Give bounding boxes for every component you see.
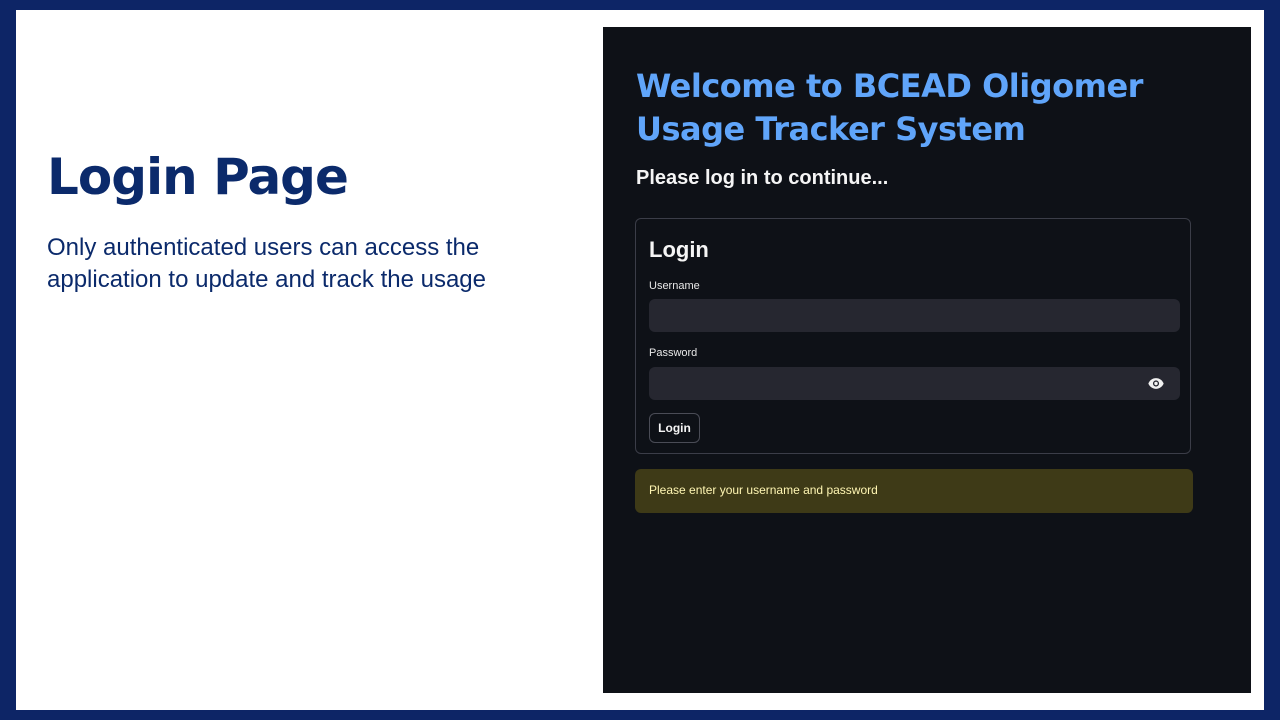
slide-description: Only authenticated users can access the … <box>47 234 486 293</box>
password-input[interactable] <box>649 367 1180 400</box>
slide: Login Page Only authenticated users can … <box>16 10 1264 710</box>
username-input[interactable] <box>649 299 1180 332</box>
password-field-container <box>649 367 1180 400</box>
app-title: Welcome to BCEAD Oligomer Usage Tracker … <box>636 67 1143 148</box>
eye-icon[interactable] <box>1148 377 1164 390</box>
username-field-container <box>649 299 1180 332</box>
login-button[interactable]: Login <box>649 413 700 443</box>
warning-text: Please enter your username and password <box>649 483 878 497</box>
slide-title: Login Page <box>47 148 349 206</box>
warning-alert: Please enter your username and password <box>635 469 1193 513</box>
username-label: Username <box>649 280 700 292</box>
login-form: Login Username Password Login <box>635 218 1191 454</box>
password-label: Password <box>649 347 698 359</box>
login-heading: Login <box>649 237 709 262</box>
app-screenshot: Welcome to BCEAD Oligomer Usage Tracker … <box>603 27 1251 693</box>
app-subtitle: Please log in to continue... <box>636 167 889 189</box>
